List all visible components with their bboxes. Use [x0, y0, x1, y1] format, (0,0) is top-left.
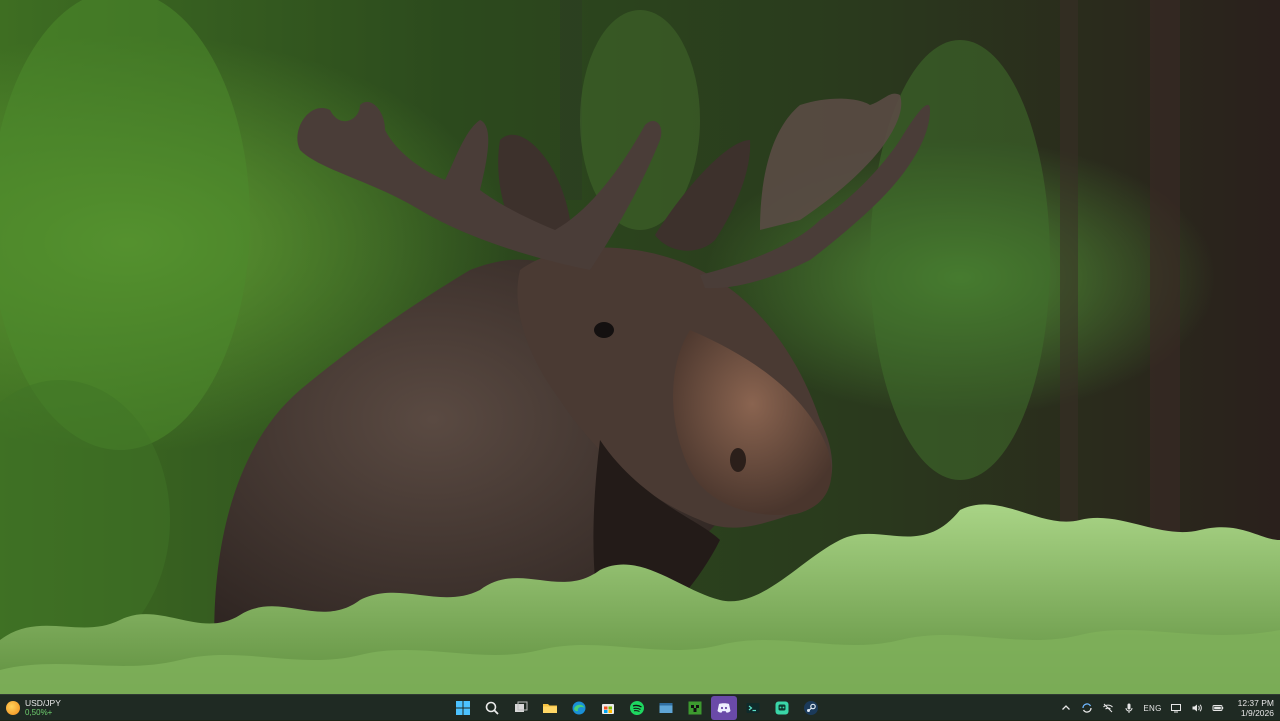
- volume-icon[interactable]: [1190, 701, 1204, 715]
- chat-app-icon: [775, 701, 789, 715]
- task-view-icon: [515, 701, 528, 712]
- task-view-button[interactable]: [508, 696, 534, 720]
- taskbar-widget[interactable]: USD/JPY 0,50%+: [6, 697, 61, 719]
- desktop-wallpaper: [0, 0, 1280, 694]
- sync-icon[interactable]: [1080, 701, 1094, 715]
- wifi-off-icon[interactable]: [1101, 701, 1115, 715]
- spotify-icon: [630, 701, 644, 715]
- windows-logo-icon: [456, 701, 470, 715]
- window-app-button[interactable]: [653, 696, 679, 720]
- microphone-icon[interactable]: [1122, 701, 1136, 715]
- discord-button[interactable]: [711, 696, 737, 720]
- search-icon: [485, 701, 499, 715]
- battery-icon[interactable]: [1211, 701, 1225, 715]
- spotify-button[interactable]: [624, 696, 650, 720]
- clock-date: 1/9/2026: [1240, 708, 1274, 718]
- taskbar: USD/JPY 0,50%+ ENG 12:37 PM 1/9/2026: [0, 694, 1280, 720]
- edge-button[interactable]: [566, 696, 592, 720]
- moose-photo: [0, 0, 1280, 694]
- folder-icon: [543, 704, 557, 713]
- steam-button[interactable]: [798, 696, 824, 720]
- file-explorer-button[interactable]: [537, 696, 563, 720]
- widget-value: 0,50%+: [25, 708, 53, 717]
- language-indicator[interactable]: ENG: [1143, 704, 1161, 713]
- taskbar-apps: [450, 695, 824, 721]
- store-icon: [602, 704, 614, 714]
- minecraft-icon: [688, 701, 702, 715]
- steam-icon: [804, 701, 818, 715]
- chevron-up-icon[interactable]: [1059, 701, 1073, 715]
- edge-icon: [572, 701, 586, 715]
- sun-icon: [6, 701, 20, 715]
- search-button[interactable]: [479, 696, 505, 720]
- window-app-icon: [659, 703, 673, 713]
- clock-time: 12:37 PM: [1237, 698, 1274, 708]
- store-button[interactable]: [595, 696, 621, 720]
- start-button[interactable]: [450, 696, 476, 720]
- network-icon[interactable]: [1169, 701, 1183, 715]
- discord-icon: [717, 703, 731, 713]
- minecraft-button[interactable]: [682, 696, 708, 720]
- widget-title: USD/JPY: [25, 698, 61, 708]
- chat-app-button[interactable]: [769, 696, 795, 720]
- system-tray: ENG 12:37 PM 1/9/2026: [1059, 695, 1274, 721]
- clock[interactable]: 12:37 PM 1/9/2026: [1238, 698, 1274, 718]
- terminal-button[interactable]: [740, 696, 766, 720]
- terminal-icon: [746, 703, 760, 713]
